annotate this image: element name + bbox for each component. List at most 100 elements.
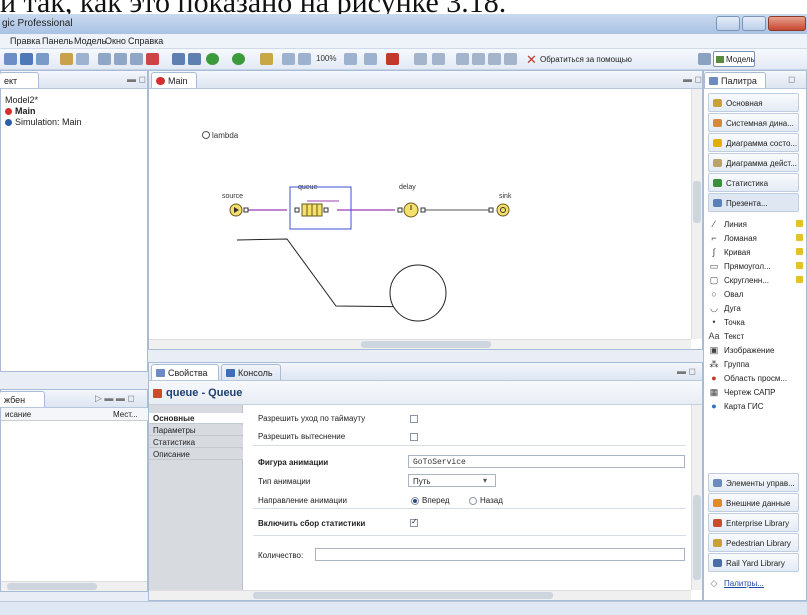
align-center-icon[interactable] — [472, 53, 485, 65]
palette-item-image[interactable]: ▣ Изображение — [708, 345, 775, 356]
menu-model[interactable]: Модель — [74, 36, 106, 46]
tree-item-simulation[interactable]: Simulation: Main — [5, 117, 82, 127]
palette-item-point[interactable]: • Точка — [708, 317, 744, 327]
zoom-fit-icon[interactable] — [364, 53, 377, 65]
align-right-icon[interactable] — [488, 53, 501, 65]
cut-icon[interactable] — [98, 53, 111, 65]
build-all-icon[interactable] — [188, 53, 201, 65]
perspective-icon[interactable] — [698, 53, 711, 65]
palette-category-basic[interactable]: Основная — [708, 93, 799, 112]
maximize-button[interactable] — [742, 16, 766, 31]
help-link[interactable]: Обратиться за помощью — [540, 55, 632, 64]
palette-item-rectangle[interactable]: ▭ Прямоугол... — [708, 261, 771, 272]
anim-shape-field[interactable]: GoToService — [408, 455, 685, 468]
palette-library-enterprise[interactable]: Enterprise Library — [708, 513, 799, 532]
palette-item-arc[interactable]: ◡ Дуга — [708, 303, 741, 314]
palette-category-statistics[interactable]: Статистика — [708, 173, 799, 192]
sink-block[interactable] — [488, 203, 510, 217]
palette-library-pedestrian[interactable]: Pedestrian Library — [708, 533, 799, 552]
palette-item-polyline[interactable]: ⌐ Ломаная — [708, 233, 757, 243]
palette-item-gis-map[interactable]: ● Карта ГИС — [708, 401, 763, 411]
palette-item-oval[interactable]: ○ Овал — [708, 289, 743, 299]
timeout-checkbox[interactable] — [410, 415, 418, 423]
save-icon[interactable] — [20, 53, 33, 65]
tree-item-model[interactable]: Model2* — [5, 95, 38, 105]
column-description[interactable]: исание — [5, 410, 31, 419]
menu-edit[interactable]: Правка — [10, 36, 40, 46]
properties-controls[interactable]: ▬ ◻ — [677, 366, 696, 377]
help-icon[interactable]: ✕ — [526, 52, 537, 68]
palette-library-external-data[interactable]: Внешние данные — [708, 493, 799, 512]
lambda-parameter[interactable]: lambda — [202, 131, 239, 140]
palette-category-statechart[interactable]: Диаграмма состо... — [708, 133, 799, 152]
editor-vscroll[interactable] — [691, 89, 702, 339]
paste-icon[interactable] — [130, 53, 143, 65]
select-icon[interactable] — [260, 53, 273, 65]
minimize-button[interactable] — [716, 16, 740, 31]
queue-block[interactable] — [294, 200, 339, 217]
oval-shape[interactable] — [389, 264, 447, 322]
run-icon[interactable] — [206, 53, 219, 65]
column-location[interactable]: Мест... — [113, 410, 138, 419]
align-top-icon[interactable] — [504, 53, 517, 65]
zoom-level[interactable]: 100% — [316, 54, 336, 63]
palette-controls[interactable]: ◻ — [788, 74, 795, 85]
palette-item-rounded-rectangle[interactable]: ▢ Скругленн... — [708, 275, 769, 286]
palette-item-line[interactable]: ⁄ Линия — [708, 219, 747, 229]
zoom-in-icon[interactable] — [298, 53, 311, 65]
zoom-out-icon[interactable] — [282, 53, 295, 65]
model-perspective-button[interactable]: Модель — [713, 51, 755, 67]
align-left-icon[interactable] — [456, 53, 469, 65]
palette-item-cad-drawing[interactable]: ▦ Чертеж САПР — [708, 387, 776, 398]
new-icon[interactable] — [4, 53, 17, 65]
save-all-icon[interactable] — [36, 53, 49, 65]
source-block[interactable] — [229, 203, 249, 217]
radio-back[interactable] — [469, 497, 477, 505]
menu-help[interactable]: Справка — [128, 36, 163, 46]
editor-controls[interactable]: ▬ ◻ — [683, 74, 702, 85]
palette-item-group[interactable]: ⁂ Группа — [708, 359, 750, 370]
copy-icon[interactable] — [114, 53, 127, 65]
delay-block[interactable] — [397, 202, 426, 218]
tree-item-main[interactable]: Main — [5, 106, 36, 116]
count-field[interactable] — [315, 548, 685, 561]
palettes-link[interactable]: ◇ Палитры... — [708, 578, 764, 589]
tab-basic[interactable]: Основные — [149, 413, 243, 424]
palette-item-view-area[interactable]: ● Область просм... — [708, 373, 787, 383]
panel-controls[interactable]: ▬ ◻ — [127, 74, 146, 85]
anim-type-select[interactable]: Путь ▾ — [408, 474, 496, 487]
grid-icon[interactable] — [414, 53, 427, 65]
tab-palette[interactable]: Палитра — [704, 72, 766, 88]
bottom-left-controls[interactable]: ▷ ▬ ▬ ◻ — [95, 393, 135, 404]
delete-icon[interactable] — [146, 53, 159, 65]
palette-category-system-dynamics[interactable]: Системная дина... — [708, 113, 799, 132]
tab-project[interactable]: ект — [0, 72, 39, 88]
palette-item-text[interactable]: Aa Текст — [708, 331, 744, 341]
stats-checkbox[interactable]: ✓ — [410, 517, 418, 527]
tab-parameters[interactable]: Параметры — [149, 425, 243, 436]
palette-category-action-chart[interactable]: Диаграмма дейст... — [708, 153, 799, 172]
undo-icon[interactable] — [60, 53, 73, 65]
close-button[interactable] — [768, 16, 806, 31]
tab-description[interactable]: Описание — [149, 449, 243, 460]
palette-library-controls[interactable]: Элементы управ... — [708, 473, 799, 492]
bottom-left-hscroll[interactable] — [1, 581, 147, 591]
debug-icon[interactable] — [232, 53, 245, 65]
zoom-dropdown-icon[interactable] — [344, 53, 357, 65]
build-icon[interactable] — [172, 53, 185, 65]
radio-forward[interactable] — [411, 497, 419, 505]
palette-item-curve[interactable]: ∫ Кривая — [708, 247, 751, 257]
tab-console[interactable]: Консоль — [221, 364, 281, 380]
palette-category-presentation[interactable]: Презента... — [708, 193, 799, 212]
tab-properties[interactable]: Свойства — [151, 364, 219, 380]
preempt-checkbox[interactable] — [410, 433, 418, 441]
properties-hscroll[interactable] — [149, 590, 691, 600]
menu-window[interactable]: Окно — [105, 36, 126, 46]
tab-main[interactable]: Main — [151, 72, 197, 88]
menu-panel[interactable]: Панель — [42, 36, 73, 46]
layers-icon[interactable] — [432, 53, 445, 65]
tab-statistics[interactable]: Статистика — [149, 437, 243, 448]
editor-hscroll[interactable] — [149, 339, 691, 349]
diagram-canvas[interactable]: lambda source queue delay sink — [149, 89, 691, 339]
properties-vscroll[interactable] — [691, 405, 702, 590]
